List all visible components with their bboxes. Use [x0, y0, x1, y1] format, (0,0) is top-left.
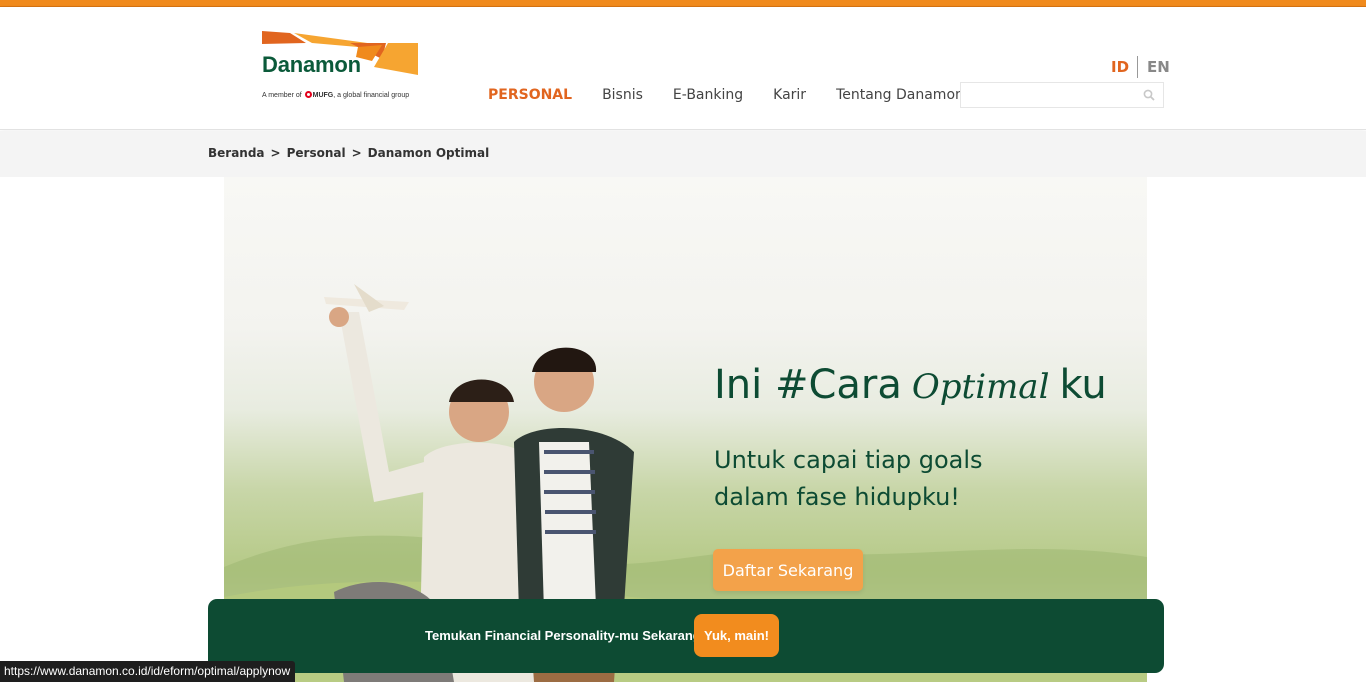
logo-wordmark: Danamon [262, 52, 361, 77]
hero-subtitle: Untuk capai tiap goals dalam fase hidupk… [714, 446, 983, 511]
search-box [960, 82, 1164, 108]
main-nav: PERSONAL Bisnis E-Banking Karir Tentang … [488, 87, 964, 103]
site-header: Danamon A member of MUFG, a global finan… [0, 7, 1366, 130]
yuk-main-button[interactable]: Yuk, main! [694, 614, 779, 657]
search-icon[interactable] [1143, 89, 1155, 101]
breadcrumb-separator: > [270, 146, 281, 160]
lang-id-link[interactable]: ID [1111, 58, 1129, 76]
nav-item-tentang-danamon[interactable]: Tentang Danamon [836, 87, 964, 103]
lang-en-link[interactable]: EN [1147, 58, 1170, 76]
breadcrumb-bar: Beranda > Personal > Danamon Optimal [0, 131, 1366, 177]
daftar-sekarang-button[interactable]: Daftar Sekarang [713, 549, 863, 591]
nav-item-bisnis[interactable]: Bisnis [602, 87, 643, 103]
breadcrumb: Beranda > Personal > Danamon Optimal [208, 146, 489, 160]
nav-item-personal[interactable]: PERSONAL [488, 87, 572, 103]
promo-banner: Temukan Financial Personality-mu Sekaran… [208, 599, 1164, 673]
hero-title-script: Optimal [911, 367, 1050, 407]
breadcrumb-item-current: Danamon Optimal [367, 146, 490, 160]
breadcrumb-item-personal[interactable]: Personal [287, 146, 346, 160]
language-switcher: ID EN [1111, 56, 1170, 78]
danamon-logo[interactable]: Danamon A member of MUFG, a global finan… [262, 31, 422, 103]
lang-divider [1137, 56, 1139, 78]
breadcrumb-item-beranda[interactable]: Beranda [208, 146, 265, 160]
search-input[interactable] [961, 83, 1141, 107]
mufg-icon [304, 91, 312, 98]
nav-item-e-banking[interactable]: E-Banking [673, 87, 743, 103]
logo-tagline: A member of MUFG, a global financial gro… [262, 91, 410, 99]
hero-title: Ini #Cara Optimal ku [714, 362, 1107, 408]
top-accent-bar [0, 0, 1366, 7]
breadcrumb-separator: > [351, 146, 362, 160]
nav-item-karir[interactable]: Karir [773, 87, 806, 103]
promo-text: Temukan Financial Personality-mu Sekaran… [425, 628, 706, 643]
status-bar-url: https://www.danamon.co.id/id/eform/optim… [0, 661, 296, 682]
